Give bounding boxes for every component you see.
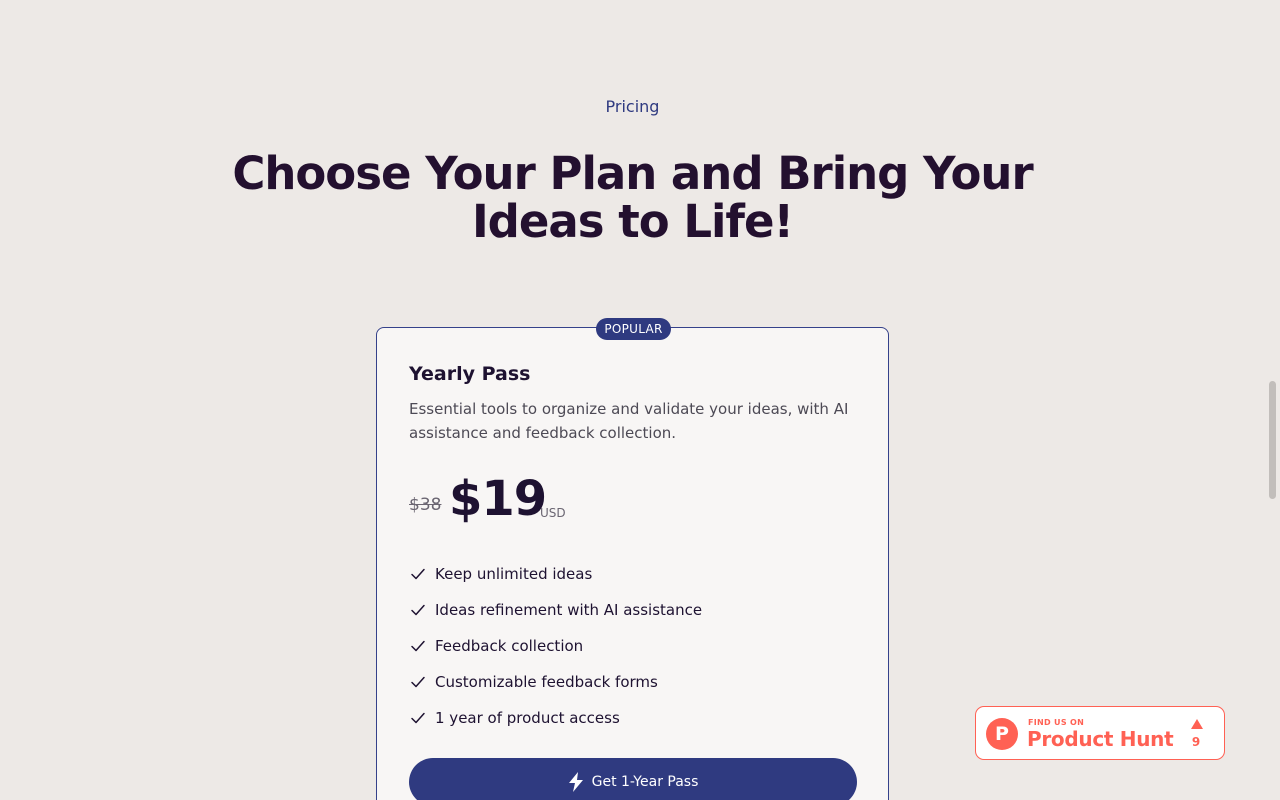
feature-label: 1 year of product access [435, 709, 620, 727]
section-eyebrow: Pricing [605, 97, 660, 116]
feature-item: Customizable feedback forms [409, 664, 702, 700]
check-icon [411, 640, 425, 652]
currency-label: USD [540, 506, 566, 520]
get-pass-button[interactable]: Get 1-Year Pass [409, 758, 857, 800]
upvote-arrow-icon [1191, 719, 1203, 729]
feature-item: 1 year of product access [409, 700, 702, 736]
upvote-count: 9 [1191, 735, 1201, 749]
check-icon [411, 568, 425, 580]
feature-label: Keep unlimited ideas [435, 565, 593, 583]
product-hunt-logo-icon: P [986, 718, 1018, 750]
pricing-page: Pricing Choose Your Plan and Bring Your … [0, 0, 1280, 800]
current-price: $19 [449, 471, 547, 527]
feature-item: Keep unlimited ideas [409, 556, 702, 592]
product-hunt-name: Product Hunt [1027, 727, 1174, 751]
lightning-icon [568, 772, 583, 792]
feature-label: Ideas refinement with AI assistance [435, 601, 703, 619]
check-icon [411, 676, 425, 688]
pricing-card: POPULAR Yearly Pass Essential tools to o… [376, 318, 889, 800]
feature-label: Feedback collection [435, 637, 584, 655]
check-icon [411, 604, 425, 616]
get-pass-label: Get 1-Year Pass [591, 774, 699, 790]
product-hunt-tagline: FIND US ON [1028, 718, 1085, 727]
product-hunt-badge[interactable]: P FIND US ON Product Hunt 9 [975, 706, 1225, 760]
old-price: $38 [409, 495, 442, 515]
feature-item: Ideas refinement with AI assistance [409, 592, 702, 628]
feature-item: Feedback collection [409, 628, 702, 664]
feature-list: Keep unlimited ideas Ideas refinement wi… [409, 556, 702, 736]
scrollbar-thumb[interactable] [1269, 381, 1276, 499]
plan-description: Essential tools to organize and validate… [409, 400, 849, 442]
page-title: Choose Your Plan and Bring Your Ideas to… [232, 147, 1033, 248]
popular-badge: POPULAR [596, 318, 671, 340]
check-icon [411, 712, 425, 724]
feature-label: Customizable feedback forms [435, 673, 658, 691]
plan-name: Yearly Pass [409, 363, 531, 385]
page-scrollbar[interactable] [1265, 0, 1280, 800]
